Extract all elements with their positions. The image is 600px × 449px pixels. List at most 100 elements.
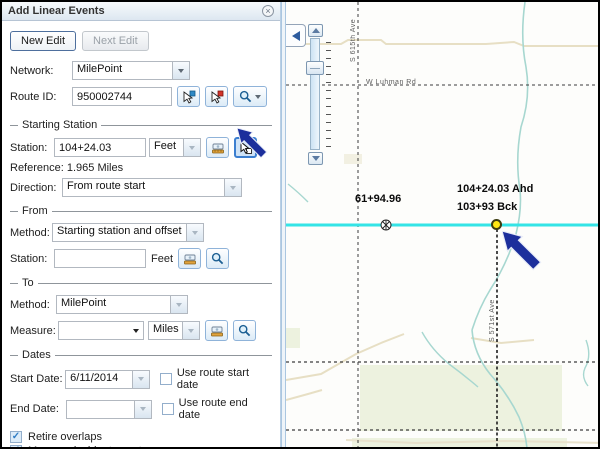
station-units-value: Feet <box>150 139 183 156</box>
direction-value: From route start <box>63 179 224 196</box>
use-route-start-date-checkbox[interactable] <box>160 373 172 385</box>
station-units-select[interactable]: Feet <box>149 138 201 157</box>
station-measure-label-ahead: 104+24.03 Ahd <box>457 183 533 195</box>
measure-station-button[interactable] <box>206 137 229 158</box>
start-date-value: 6/11/2014 <box>66 371 132 388</box>
station-label: Station: <box>10 142 54 154</box>
collapse-left-icon <box>292 31 300 41</box>
from-legend: From <box>18 205 52 217</box>
start-date-dropdown-button[interactable] <box>132 371 149 388</box>
from-method-dropdown-button[interactable] <box>186 224 203 241</box>
from-method-label: Method: <box>10 227 52 239</box>
selected-station-marker[interactable] <box>491 219 502 230</box>
from-measure-button[interactable] <box>178 248 201 269</box>
chevron-down-icon <box>255 95 261 99</box>
clear-route-selection-button[interactable] <box>205 86 228 107</box>
station-input[interactable] <box>54 138 146 157</box>
units-dropdown-button[interactable] <box>182 322 199 339</box>
zoom-slider-thumb[interactable] <box>306 61 324 75</box>
network-value: MilePoint <box>73 62 172 79</box>
merge-coincident-events-label: Merge coincident events <box>28 445 147 449</box>
from-units-label: Feet <box>151 253 173 265</box>
search-icon <box>211 252 224 265</box>
cursor-select-icon <box>182 90 196 104</box>
direction-select[interactable]: From route start <box>62 178 242 197</box>
network-dropdown-button[interactable] <box>172 62 189 79</box>
direction-label: Direction: <box>10 182 62 194</box>
chevron-down-icon <box>230 186 236 190</box>
measure-combo[interactable] <box>58 321 144 340</box>
next-edit-button[interactable]: Next Edit <box>82 31 149 51</box>
measure-units-select[interactable]: Miles <box>148 321 200 340</box>
chevron-down-icon <box>133 329 139 333</box>
close-icon[interactable]: × <box>262 5 274 17</box>
road-label-horizontal: W Luhman Rd <box>366 79 416 86</box>
from-station-input[interactable] <box>54 249 146 268</box>
to-measure-button[interactable] <box>205 320 228 341</box>
to-legend: To <box>18 277 38 289</box>
dates-legend: Dates <box>18 349 55 361</box>
chevron-down-icon <box>176 303 182 307</box>
merge-coincident-events-checkbox[interactable]: ✓ <box>10 445 22 449</box>
to-method-select[interactable]: MilePoint <box>56 295 188 314</box>
chevron-down-icon <box>140 407 146 411</box>
cursor-node-icon <box>239 141 253 155</box>
collapse-panel-button[interactable] <box>286 24 306 47</box>
chevron-down-icon <box>189 146 195 150</box>
from-method-select[interactable]: Starting station and offset <box>52 223 204 242</box>
arrow-down-icon <box>312 156 320 161</box>
measure-tool-icon <box>210 324 224 338</box>
route-id-input[interactable] <box>72 87 172 106</box>
measure-combo-arrow[interactable] <box>129 322 143 339</box>
map-canvas[interactable]: 61+94.96 104+24.03 Ahd 103+93 Bck W Luhm… <box>286 2 598 447</box>
select-route-on-map-button[interactable] <box>177 86 200 107</box>
station-reference-marker <box>381 220 391 230</box>
reference-text: Reference: 1.965 Miles <box>10 162 123 174</box>
from-search-button[interactable] <box>206 248 229 269</box>
cursor-clear-icon <box>210 90 224 104</box>
measure-value <box>59 322 129 339</box>
end-date-dropdown-button[interactable] <box>134 401 151 418</box>
start-date-select[interactable]: 6/11/2014 <box>65 370 150 389</box>
chevron-down-icon <box>178 69 184 73</box>
chevron-down-icon <box>138 377 144 381</box>
zoom-in-button[interactable] <box>308 24 323 37</box>
add-linear-events-panel: Add Linear Events × New Edit Next Edit N… <box>2 2 281 447</box>
station-measure-label-left: 61+94.96 <box>355 193 401 205</box>
starting-station-legend: Starting Station <box>18 119 101 131</box>
panel-header: Add Linear Events × <box>2 2 280 21</box>
zoom-slider-track[interactable] <box>310 38 320 150</box>
retire-overlaps-checkbox[interactable]: ✓ <box>10 431 22 443</box>
chevron-down-icon <box>192 231 198 235</box>
check-icon: ✓ <box>12 432 20 442</box>
units-dropdown-button[interactable] <box>183 139 200 156</box>
to-method-dropdown-button[interactable] <box>170 296 187 313</box>
arrow-up-icon <box>312 28 320 33</box>
end-date-select[interactable] <box>66 400 152 419</box>
measure-tool-icon <box>211 141 225 155</box>
measure-label: Measure: <box>10 325 58 337</box>
route-search-dropdown-button[interactable] <box>233 86 267 107</box>
measure-units-value: Miles <box>149 322 182 339</box>
pick-station-on-map-button[interactable] <box>234 137 257 158</box>
to-search-button[interactable] <box>233 320 256 341</box>
start-date-label: Start Date: <box>10 373 65 385</box>
measure-tool-icon <box>183 252 197 266</box>
end-date-value <box>67 401 134 418</box>
application-window: Add Linear Events × New Edit Next Edit N… <box>0 0 600 449</box>
station-measure-label-back: 103+93 Bck <box>457 201 517 213</box>
zoom-out-button[interactable] <box>308 152 323 165</box>
network-select[interactable]: MilePoint <box>72 61 190 80</box>
to-method-value: MilePoint <box>57 296 170 313</box>
new-edit-button[interactable]: New Edit <box>10 31 76 51</box>
search-icon <box>239 90 252 103</box>
search-icon <box>238 324 251 337</box>
use-route-end-date-label: Use route end date <box>179 397 272 421</box>
direction-dropdown-button[interactable] <box>224 179 241 196</box>
use-route-end-date-checkbox[interactable] <box>162 403 174 415</box>
chevron-down-icon <box>188 329 194 333</box>
panel-title: Add Linear Events <box>8 5 262 17</box>
retire-overlaps-label: Retire overlaps <box>28 431 102 443</box>
from-station-label: Station: <box>10 253 54 265</box>
end-date-label: End Date: <box>10 403 66 415</box>
